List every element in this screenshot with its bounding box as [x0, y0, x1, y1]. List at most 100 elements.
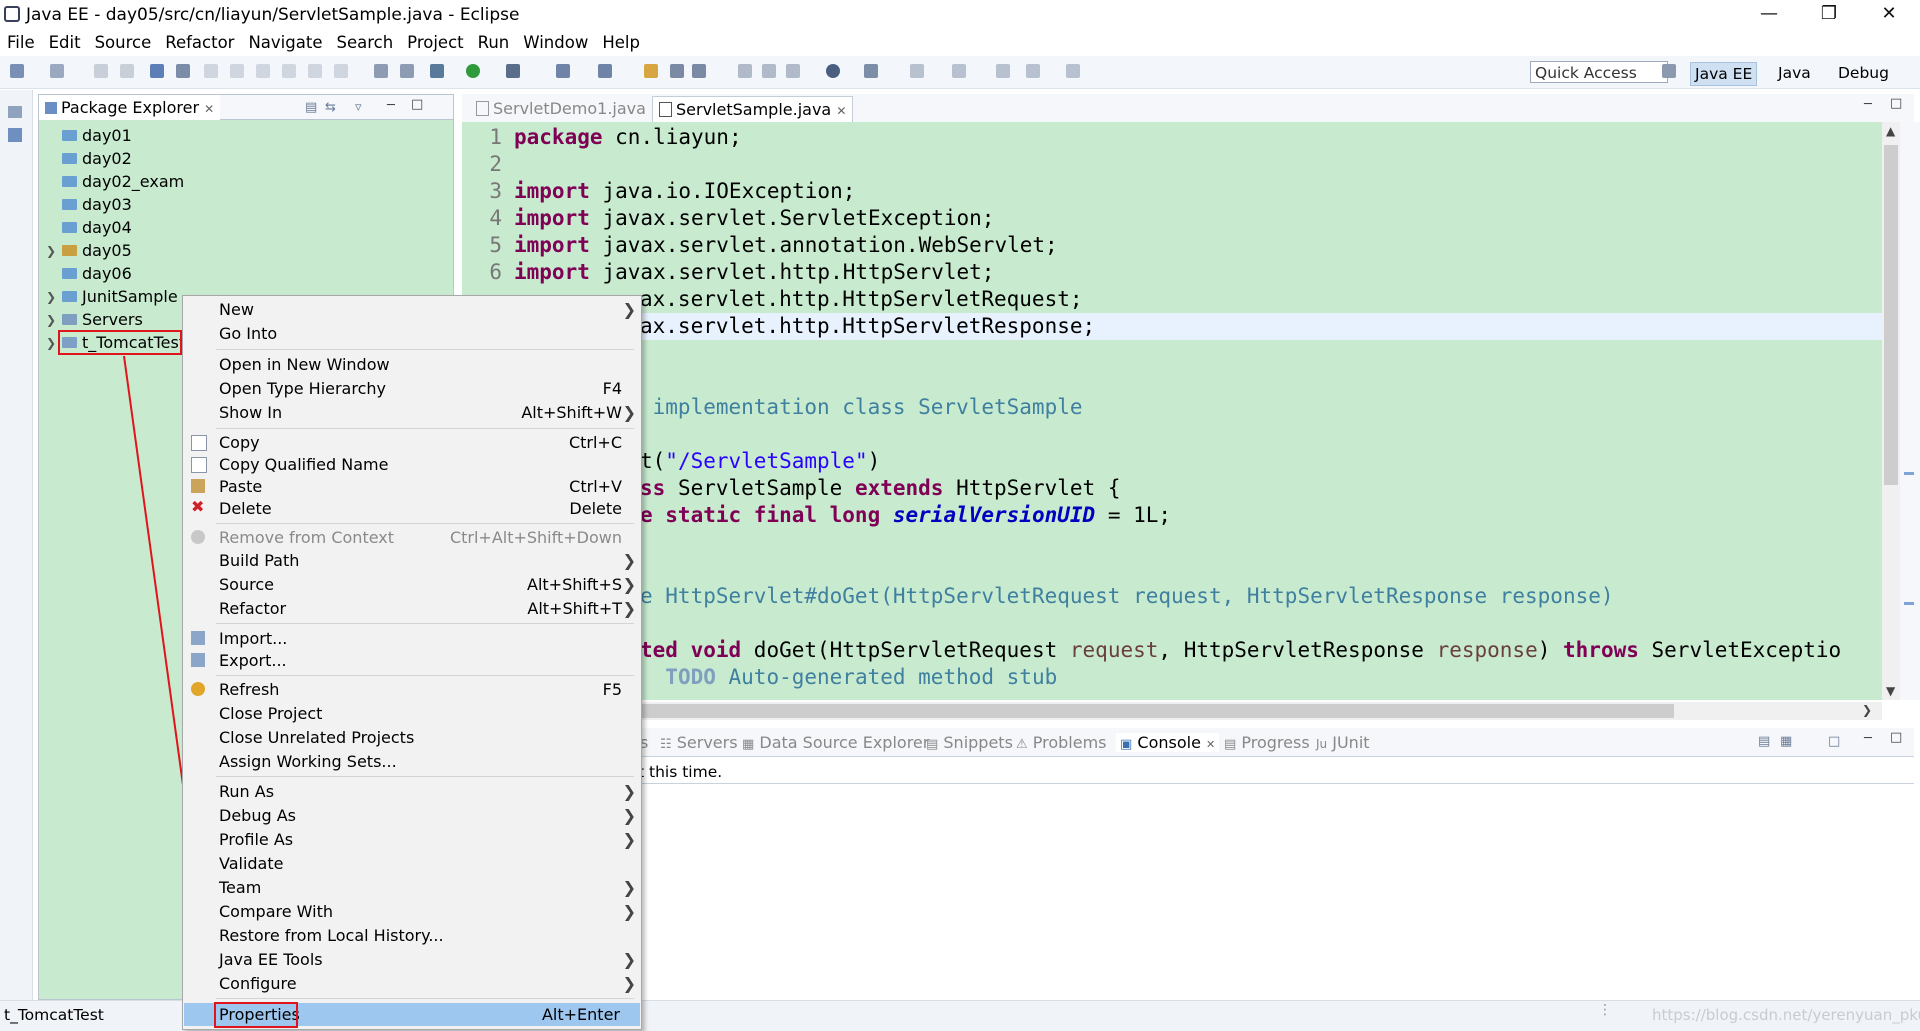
next-annotation-icon[interactable] [910, 64, 924, 78]
annotation-icon[interactable] [738, 64, 752, 78]
menu-item-team[interactable]: Team ❯ [182, 876, 642, 899]
menu-item-refresh[interactable]: Refresh F5 [182, 678, 642, 701]
tab-progress[interactable]: ▤ Progress [1224, 733, 1310, 752]
perspective-java-ee[interactable]: Java EE [1690, 62, 1758, 86]
tree-item-day05[interactable]: day05 [82, 239, 132, 262]
menu-item-export[interactable]: Export... [182, 649, 642, 672]
save-all-icon[interactable] [120, 64, 134, 78]
menu-source[interactable]: Source [88, 30, 159, 52]
menu-item-paste[interactable]: Paste Ctrl+V [182, 475, 642, 498]
tab-junit[interactable]: Ju JUnit [1316, 733, 1370, 752]
expand-arrow-icon[interactable]: ❯ [46, 336, 56, 350]
minimize-view-icon[interactable]: ─ [387, 98, 395, 113]
menu-item-source[interactable]: Source Alt+Shift+S ❯ [182, 573, 642, 596]
back-icon[interactable] [1026, 64, 1040, 78]
search-dropdown-icon[interactable] [692, 64, 706, 78]
overview-marker[interactable] [1904, 602, 1914, 605]
menu-item-debug-as[interactable]: Debug As ❯ [182, 804, 642, 827]
console-view[interactable]: t this time. [462, 757, 1914, 1000]
run-icon[interactable] [466, 64, 480, 78]
step-over-icon[interactable] [334, 64, 348, 78]
menu-search[interactable]: Search [329, 30, 400, 52]
menu-item-configure[interactable]: Configure ❯ [182, 972, 642, 995]
minimize-editor-icon[interactable]: ─ [1864, 97, 1872, 112]
perspective-java[interactable]: Java [1774, 62, 1815, 84]
expand-arrow-icon[interactable]: ❯ [46, 290, 56, 304]
menu-item-show-in[interactable]: Show In Alt+Shift+W ❯ [182, 401, 642, 424]
close-tab-icon[interactable]: ✕ [204, 102, 214, 116]
tree-item-day03[interactable]: day03 [82, 193, 132, 216]
menu-item-refactor[interactable]: Refactor Alt+Shift+T ❯ [182, 597, 642, 620]
pin-console-icon[interactable]: □ [1828, 734, 1840, 749]
resume-icon[interactable] [204, 64, 218, 78]
tab-snippets[interactable]: ▤ Snippets [926, 733, 1013, 752]
terminal-icon[interactable] [176, 64, 190, 78]
menu-window[interactable]: Window [516, 30, 595, 52]
editor-horizontal-thumb[interactable] [640, 704, 1674, 718]
open-console-icon[interactable] [400, 64, 414, 78]
tree-item-day04[interactable]: day04 [82, 216, 132, 239]
save-icon[interactable] [94, 64, 108, 78]
new-java-project-icon[interactable] [556, 64, 570, 78]
disconnect-icon[interactable] [282, 64, 296, 78]
tree-item-servers[interactable]: Servers [82, 308, 143, 331]
menu-edit[interactable]: Edit [42, 30, 88, 52]
globe-icon[interactable] [826, 64, 840, 78]
minimize-panel-icon[interactable]: ─ [1864, 731, 1872, 746]
restore-button[interactable]: ❐ [1802, 0, 1856, 30]
menu-file[interactable]: File [0, 30, 42, 52]
menu-item-open-type-hierarchy[interactable]: Open Type Hierarchy F4 [182, 377, 642, 400]
expand-arrow-icon[interactable]: ❯ [46, 313, 56, 327]
last-edit-icon[interactable] [996, 64, 1010, 78]
menu-help[interactable]: Help [595, 30, 647, 52]
menu-refactor[interactable]: Refactor [158, 30, 241, 52]
menu-item-run-as[interactable]: Run As ❯ [182, 780, 642, 803]
menu-item-restore-local-history[interactable]: Restore from Local History... [182, 924, 642, 947]
menu-run[interactable]: Run [471, 30, 517, 52]
close-tab-icon[interactable]: ✕ [1206, 738, 1215, 751]
tab-servers[interactable]: ☷ Servers [660, 733, 738, 752]
outline-icon[interactable] [8, 128, 22, 142]
link-editor-icon[interactable]: ⇆ [325, 100, 336, 115]
restore-view-icon[interactable] [8, 106, 22, 118]
pin-editor-icon[interactable] [864, 64, 878, 78]
new-console-icon[interactable]: ▤ [1758, 734, 1770, 749]
menu-item-new[interactable]: New ❯ [182, 298, 642, 321]
tab-console[interactable]: ▣ Console ✕ [1116, 733, 1220, 752]
new-icon[interactable] [10, 64, 24, 78]
tab-data-source-explorer[interactable]: ▦ Data Source Explorer [742, 733, 929, 752]
external-tools-icon[interactable] [506, 64, 520, 78]
menu-item-copy[interactable]: Copy Ctrl+C [182, 431, 642, 454]
view-menu-icon[interactable]: ▿ [355, 100, 362, 115]
terminate-icon[interactable] [256, 64, 270, 78]
menu-project[interactable]: Project [400, 30, 470, 52]
tree-item-day02-exam[interactable]: day02_exam [82, 170, 184, 193]
tree-item-day02[interactable]: day02 [82, 147, 132, 170]
menu-item-delete[interactable]: ✖ Delete Delete [182, 497, 642, 520]
show-whitespace-icon[interactable] [786, 64, 800, 78]
maximize-panel-icon[interactable]: □ [1890, 730, 1902, 745]
expand-arrow-icon[interactable]: ❯ [46, 244, 56, 258]
minimize-button[interactable]: — [1742, 0, 1796, 30]
menu-item-compare-with[interactable]: Compare With ❯ [182, 900, 642, 923]
scroll-down-icon[interactable]: ▼ [1886, 684, 1895, 698]
overview-marker[interactable] [1904, 472, 1914, 475]
scroll-right-icon[interactable]: ❯ [1862, 703, 1872, 717]
menu-item-profile-as[interactable]: Profile As ❯ [182, 828, 642, 851]
prev-annotation-icon[interactable] [952, 64, 966, 78]
maximize-view-icon[interactable]: □ [411, 97, 423, 112]
collapse-all-icon[interactable]: ▤ [305, 100, 317, 115]
tree-item-day06[interactable]: day06 [82, 262, 132, 285]
menu-item-validate[interactable]: Validate [182, 852, 642, 875]
menu-item-import[interactable]: Import... [182, 627, 642, 650]
menu-item-close-unrelated-projects[interactable]: Close Unrelated Projects [182, 726, 642, 749]
editor-tab-servletsample[interactable]: ServletSample.java ✕ [652, 96, 854, 122]
tab-problems[interactable]: ⚠ Problems [1016, 733, 1107, 752]
step-into-icon[interactable] [308, 64, 322, 78]
search-icon[interactable] [670, 64, 684, 78]
menu-item-open-in-new-window[interactable]: Open in New Window [182, 353, 642, 376]
menu-item-java-ee-tools[interactable]: Java EE Tools ❯ [182, 948, 642, 971]
new-server-icon[interactable] [50, 64, 64, 78]
menu-item-go-into[interactable]: Go Into [182, 322, 642, 345]
package-explorer-tab[interactable]: Package Explorer ✕ [39, 95, 221, 120]
